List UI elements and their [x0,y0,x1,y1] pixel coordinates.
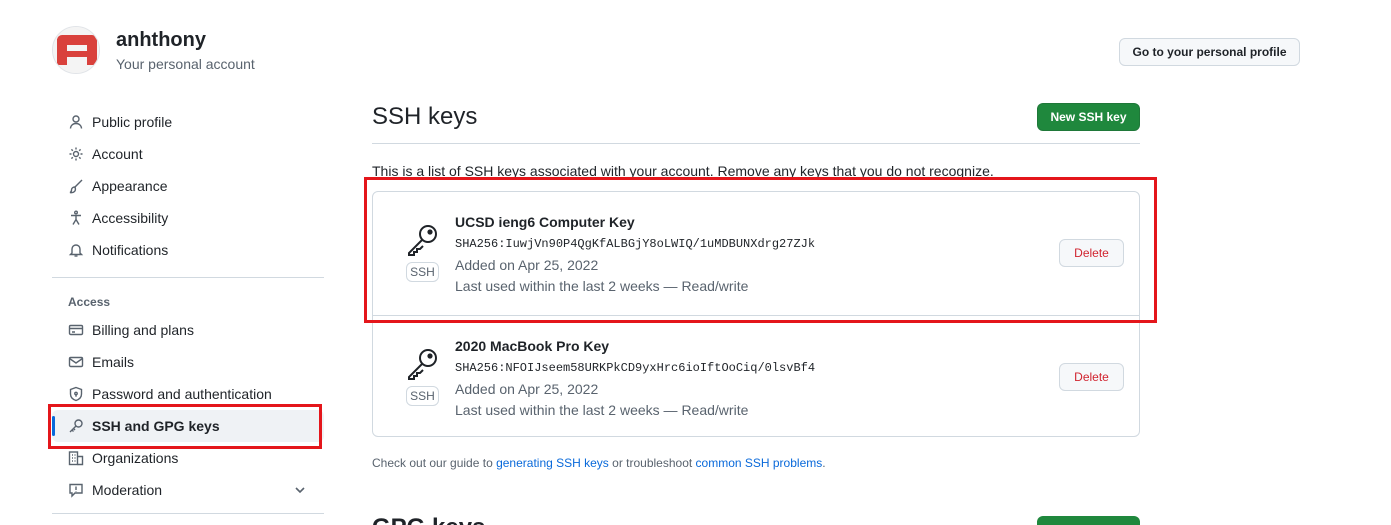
shield-lock-icon [68,386,84,402]
new-ssh-key-button[interactable]: New SSH key [1037,103,1140,131]
key-icon [405,222,441,258]
list-item: SSH UCSD ieng6 Computer Key SHA256:IuwjV… [373,192,1139,315]
key-icon [405,346,441,382]
bell-icon [68,242,84,258]
sidebar-item-notifications[interactable]: Notifications [52,234,324,266]
sidebar-divider [52,277,324,278]
sidebar-item-ssh-gpg-keys[interactable]: SSH and GPG keys [52,410,324,442]
username[interactable]: anhthony [116,29,206,52]
page-title: SSH keys [372,103,478,130]
sidebar-item-label: Emails [92,354,135,370]
sidebar-item-password[interactable]: Password and authentication [52,378,324,410]
help-text: Check out our guide to generating SSH ke… [372,456,826,470]
key-added-date: Added on Apr 25, 2022 [455,257,599,273]
list-item: SSH 2020 MacBook Pro Key SHA256:NFOIJsee… [373,315,1139,438]
chevron-down-icon[interactable] [292,482,308,501]
key-last-used: Last used within the last 2 weeks — Read… [455,278,749,294]
help-text-prefix: Check out our guide to [372,456,497,470]
settings-sidebar: Public profile Account Appearance Access… [52,106,324,506]
key-title: UCSD ieng6 Computer Key [455,214,635,230]
sidebar-item-public-profile[interactable]: Public profile [52,106,324,138]
sidebar-item-label: Accessibility [92,210,169,226]
sidebar-item-billing[interactable]: Billing and plans [52,314,324,346]
accessibility-icon [68,210,84,226]
key-icon [68,418,84,434]
credit-card-icon [68,322,84,338]
gpg-keys-title: GPG keys [372,514,485,525]
sidebar-item-moderation[interactable]: Moderation [52,474,324,506]
sidebar-item-emails[interactable]: Emails [52,346,324,378]
person-icon [68,114,84,130]
key-title: 2020 MacBook Pro Key [455,338,610,354]
sidebar-item-organizations[interactable]: Organizations [52,442,324,474]
key-added-date: Added on Apr 25, 2022 [455,381,599,397]
key-fingerprint: SHA256:NFOIJseem58URKPkCD9yxHrc6ioIftOoC… [455,361,816,375]
help-text-suffix: . [822,456,826,470]
sidebar-item-account[interactable]: Account [52,138,324,170]
sidebar-item-label: Moderation [92,482,163,498]
common-ssh-problems-link[interactable]: common SSH problems [696,456,823,470]
sidebar-divider [52,513,324,514]
sidebar-item-label: Appearance [92,178,168,194]
key-type-badge: SSH [406,262,439,282]
account-type-label: Your personal account [116,56,255,72]
ssh-key-list: SSH UCSD ieng6 Computer Key SHA256:IuwjV… [372,191,1140,437]
avatar[interactable] [52,26,100,74]
sidebar-item-label: Account [92,146,143,162]
paintbrush-icon [68,178,84,194]
key-last-used: Last used within the last 2 weeks — Read… [455,402,749,418]
generating-ssh-keys-link[interactable]: generating SSH keys [496,456,609,470]
sidebar-item-accessibility[interactable]: Accessibility [52,202,324,234]
sidebar-item-label: Password and authentication [92,386,272,402]
gear-icon [68,146,84,162]
mail-icon [68,354,84,370]
sidebar-section-heading: Access [68,295,111,309]
sidebar-item-label: SSH and GPG keys [92,418,220,434]
go-to-profile-button[interactable]: Go to your personal profile [1119,38,1300,66]
sidebar-item-label: Organizations [92,450,179,466]
delete-key-button[interactable]: Delete [1059,239,1124,267]
intro-text: This is a list of SSH keys associated wi… [372,163,994,179]
key-fingerprint: SHA256:IuwjVn90P4QgKfALBGjY8oLWIQ/1uMDBU… [455,237,816,251]
key-type-badge: SSH [406,386,439,406]
new-gpg-key-button[interactable] [1037,516,1140,525]
delete-key-button[interactable]: Delete [1059,363,1124,391]
report-icon [68,482,84,498]
sidebar-item-appearance[interactable]: Appearance [52,170,324,202]
organization-icon [68,450,84,466]
sidebar-item-label: Billing and plans [92,322,194,338]
title-divider [372,143,1140,144]
sidebar-item-label: Public profile [92,114,173,130]
help-text-middle: or troubleshoot [608,456,696,470]
sidebar-item-label: Notifications [92,242,169,258]
account-header: anhthony Your personal account Go to you… [52,26,1302,78]
